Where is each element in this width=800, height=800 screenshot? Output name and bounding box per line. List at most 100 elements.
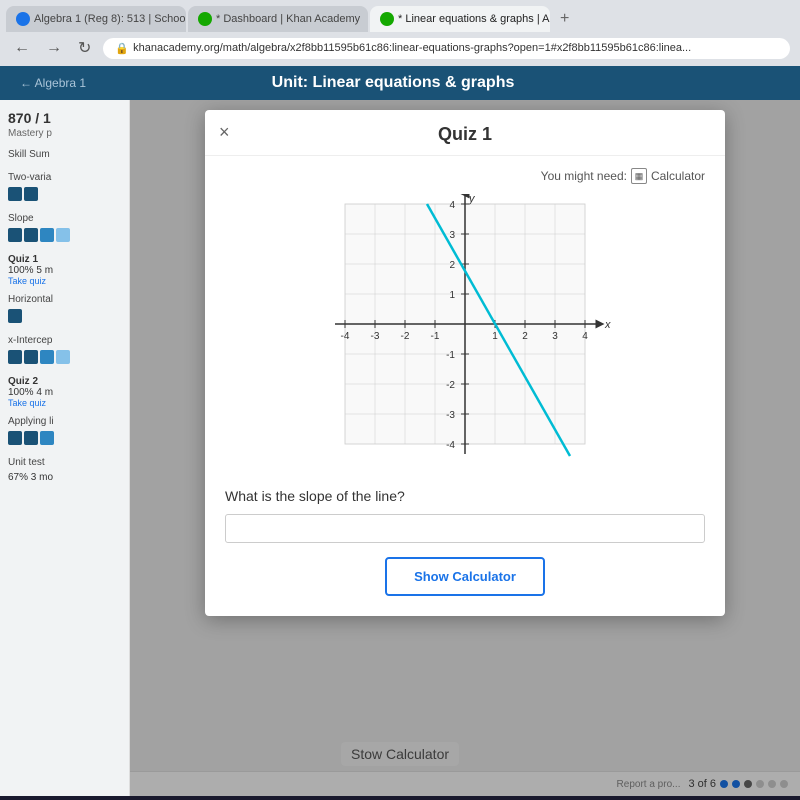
sidebar-quiz1[interactable]: Quiz 1 100% 5 m Take quiz <box>8 254 121 286</box>
sidebar-horizontal[interactable]: Horizontal <box>8 294 121 323</box>
modal-overlay: × Quiz 1 You might need: ▦ Calculator <box>130 100 800 796</box>
calculator-icon: ▦ <box>631 168 647 184</box>
url-box[interactable]: 🔒 khanacademy.org/math/algebra/x2f8bb115… <box>103 38 790 59</box>
sidebar: 870 / 1 Mastery p Skill Sum Two-varia Sl… <box>0 100 130 796</box>
svg-text:-1: -1 <box>431 331 440 342</box>
svg-text:-2: -2 <box>446 380 455 391</box>
reload-button[interactable]: ↻ <box>74 36 95 60</box>
sidebar-slope[interactable]: Slope <box>8 213 121 242</box>
coordinate-graph: -4 -3 -2 -1 <box>315 194 615 474</box>
main-layout: 870 / 1 Mastery p Skill Sum Two-varia Sl… <box>0 100 800 796</box>
page-content: ← Algebra 1 Unit: Linear equations & gra… <box>0 66 800 796</box>
sidebar-x-intercept[interactable]: x-Intercep <box>8 335 121 364</box>
calculator-label: Calculator <box>651 169 705 183</box>
svg-text:4: 4 <box>449 200 455 211</box>
app-bar-2 <box>24 431 38 445</box>
two-variable-label: Two-varia <box>8 172 121 183</box>
tab-khan-dashboard[interactable]: * Dashboard | Khan Academy <box>188 6 368 32</box>
svg-text:-3: -3 <box>371 331 380 342</box>
quiz2-title: Quiz 2 <box>8 376 121 387</box>
modal-title: Quiz 1 <box>225 124 705 145</box>
slope-label: Slope <box>8 213 121 224</box>
horiz-bar-1 <box>8 309 22 323</box>
graph-container: -4 -3 -2 -1 <box>225 194 705 474</box>
slope-bar-2 <box>24 228 38 242</box>
sidebar-skill-summary: Skill Sum <box>8 149 121 160</box>
svg-text:2: 2 <box>522 331 528 342</box>
xi-bar-3 <box>40 350 54 364</box>
horizontal-label: Horizontal <box>8 294 121 305</box>
tab-schoology[interactable]: Algebra 1 (Reg 8): 513 | Schoolo... <box>6 6 186 32</box>
modal-close-button[interactable]: × <box>219 122 230 143</box>
question-text: What is the slope of the line? <box>225 488 705 504</box>
svg-text:3: 3 <box>449 230 455 241</box>
unit-test-label: Unit test <box>8 457 121 468</box>
skill-bar-1 <box>8 187 22 201</box>
url-text: khanacademy.org/math/algebra/x2f8bb11595… <box>133 42 691 54</box>
applying-bars <box>8 431 121 445</box>
sidebar-score: 870 / 1 <box>8 110 121 126</box>
modal-body: You might need: ▦ Calculator <box>205 156 725 616</box>
x-intercept-label: x-Intercep <box>8 335 121 346</box>
horizontal-bars <box>8 309 121 323</box>
sidebar-two-variable[interactable]: Two-varia <box>8 172 121 201</box>
xi-bar-1 <box>8 350 22 364</box>
quiz1-link[interactable]: Take quiz <box>8 276 121 286</box>
applying-label: Applying li <box>8 416 121 427</box>
tab-schoology-label: Algebra 1 (Reg 8): 513 | Schoolo... <box>34 13 186 25</box>
forward-button[interactable]: → <box>42 37 66 59</box>
sidebar-applying[interactable]: Applying li <box>8 416 121 445</box>
might-need-text: You might need: <box>541 169 627 183</box>
main-content: × Quiz 1 You might need: ▦ Calculator <box>130 100 800 796</box>
svg-text:y: y <box>468 194 476 205</box>
svg-text:-2: -2 <box>401 331 410 342</box>
svg-text:4: 4 <box>582 331 588 342</box>
quiz-modal: × Quiz 1 You might need: ▦ Calculator <box>205 110 725 616</box>
show-calculator-button[interactable]: Show Calculator <box>385 557 545 596</box>
quiz2-score: 100% 4 m <box>8 387 121 398</box>
back-button[interactable]: ← <box>10 37 34 59</box>
khan-favicon-2 <box>380 12 394 26</box>
svg-text:1: 1 <box>492 331 498 342</box>
modal-header: × Quiz 1 <box>205 110 725 156</box>
tab-bar: Algebra 1 (Reg 8): 513 | Schoolo... * Da… <box>0 0 800 32</box>
svg-text:x: x <box>604 319 611 331</box>
sidebar-mastery: Mastery p <box>8 128 121 139</box>
svg-text:1: 1 <box>449 290 455 301</box>
schoology-favicon <box>16 12 30 26</box>
svg-text:-1: -1 <box>446 350 455 361</box>
slope-bar-3 <box>40 228 54 242</box>
quiz1-score: 100% 5 m <box>8 265 121 276</box>
browser-chrome: Algebra 1 (Reg 8): 513 | Schoolo... * Da… <box>0 0 800 66</box>
unit-test-score: 67% 3 mo <box>8 472 121 483</box>
lock-icon: 🔒 <box>115 42 129 55</box>
x-intercept-bars <box>8 350 121 364</box>
app-bar-3 <box>40 431 54 445</box>
xi-bar-4 <box>56 350 70 364</box>
tab-linear-label: * Linear equations & graphs | Alg... <box>398 13 550 25</box>
svg-text:3: 3 <box>552 331 558 342</box>
svg-text:2: 2 <box>449 260 455 271</box>
svg-text:-3: -3 <box>446 410 455 421</box>
khan-favicon-1 <box>198 12 212 26</box>
sidebar-unit-test[interactable]: Unit test 67% 3 mo <box>8 457 121 483</box>
slope-bar-4 <box>56 228 70 242</box>
skill-bar-2 <box>24 187 38 201</box>
skill-summary-label: Skill Sum <box>8 149 121 160</box>
app-bar-1 <box>8 431 22 445</box>
svg-text:-4: -4 <box>446 440 455 451</box>
xi-bar-2 <box>24 350 38 364</box>
quiz1-title: Quiz 1 <box>8 254 121 265</box>
quiz2-link[interactable]: Take quiz <box>8 398 121 408</box>
tab-add-button[interactable]: + <box>552 6 577 32</box>
might-need: You might need: ▦ Calculator <box>225 168 705 184</box>
answer-input[interactable] <box>225 514 705 543</box>
sidebar-quiz2[interactable]: Quiz 2 100% 4 m Take quiz <box>8 376 121 408</box>
unit-title: Unit: Linear equations & graphs <box>272 74 515 92</box>
tab-linear-equations[interactable]: * Linear equations & graphs | Alg... <box>370 6 550 32</box>
back-to-algebra[interactable]: ← Algebra 1 <box>20 76 86 90</box>
tab-khan-label: * Dashboard | Khan Academy <box>216 13 360 25</box>
slope-bars <box>8 228 121 242</box>
top-nav: ← Algebra 1 Unit: Linear equations & gra… <box>0 66 800 100</box>
svg-text:-4: -4 <box>341 331 350 342</box>
